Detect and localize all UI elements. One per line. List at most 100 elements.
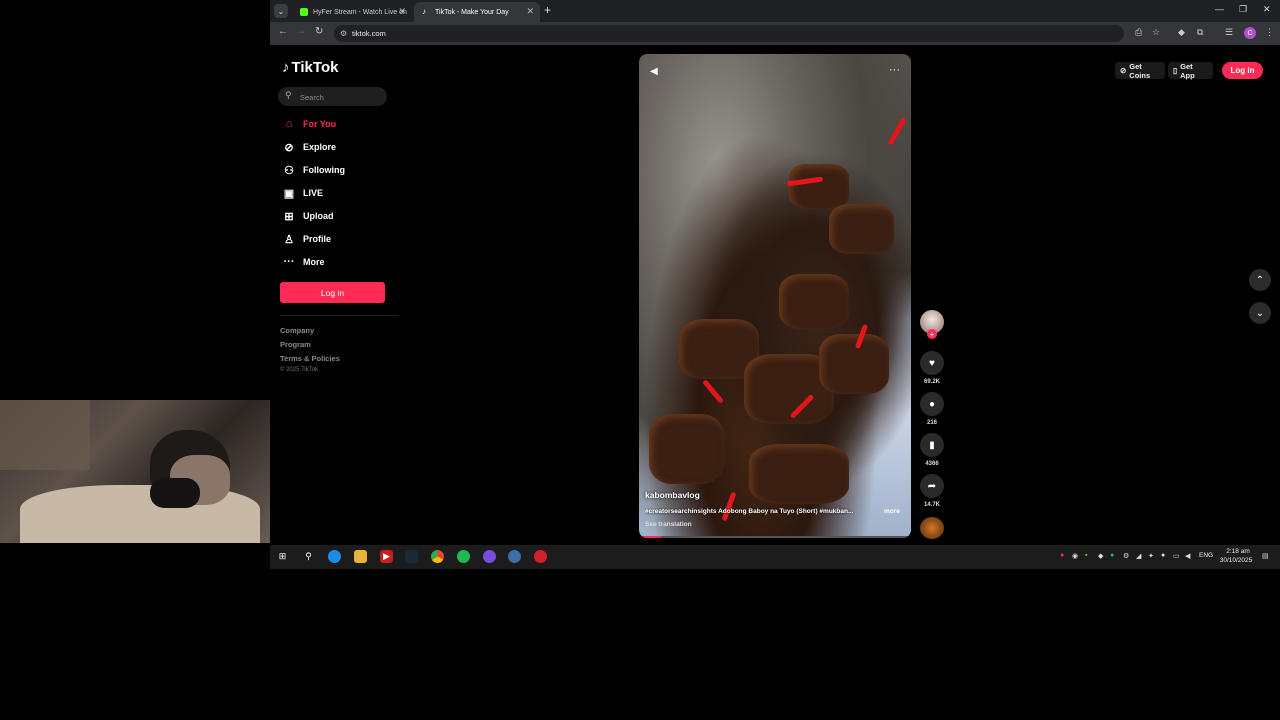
network-icon[interactable]: ▭ xyxy=(1173,552,1180,560)
extensions-puzzle-icon[interactable]: ⧉ xyxy=(1197,27,1203,38)
tray-record-icon[interactable]: ● xyxy=(1060,552,1064,559)
new-tab-button[interactable]: + xyxy=(544,3,551,17)
music-disc-icon[interactable] xyxy=(920,517,944,539)
tab-label: TikTok - Make Your Day xyxy=(435,8,509,16)
nav-profile[interactable]: ♙ Profile xyxy=(282,230,331,248)
install-app-icon[interactable]: ⎙ xyxy=(1135,27,1142,38)
search-icon: ⚲ xyxy=(285,90,292,100)
share-button[interactable]: ➦ xyxy=(920,474,944,498)
chrome-icon[interactable] xyxy=(431,550,444,563)
tab-strip: ⌄ HyFer Stream - Watch Live on ✕ ♪ TikTo… xyxy=(270,0,1280,22)
forward-icon[interactable]: → xyxy=(296,26,306,37)
search-input[interactable] xyxy=(298,90,382,104)
taskbar-search-icon[interactable]: ⚲ xyxy=(302,550,315,563)
save-button[interactable]: ▮ xyxy=(920,433,944,457)
extension-diamond-icon[interactable]: ◆ xyxy=(1178,27,1185,38)
input-language[interactable]: ENG xyxy=(1199,552,1213,559)
obs-icon[interactable] xyxy=(534,550,547,563)
notifications-icon[interactable]: ▤ xyxy=(1262,552,1269,560)
get-coins-label: Get Coins xyxy=(1129,61,1151,80)
caption-more-link[interactable]: more xyxy=(884,508,900,515)
video-progress-bar[interactable] xyxy=(639,536,911,538)
back-icon[interactable]: ← xyxy=(278,26,288,37)
get-coins-button[interactable]: ⊘ Get Coins xyxy=(1115,61,1165,80)
live-icon: ▣ xyxy=(283,187,295,200)
microphone-icon[interactable]: ● xyxy=(1161,552,1165,559)
profile-avatar[interactable]: C xyxy=(1244,27,1256,39)
nav-more[interactable]: ··· More xyxy=(282,253,325,271)
nav-following[interactable]: ⚇ Following xyxy=(282,161,345,179)
nav-label: LIVE xyxy=(303,188,324,198)
tab-search-button[interactable]: ⌄ xyxy=(274,4,288,18)
browser-menu-icon[interactable]: ⋮ xyxy=(1265,27,1274,38)
tab-hyfer[interactable]: HyFer Stream - Watch Live on ✕ xyxy=(292,2,412,22)
sidebar-login-button[interactable]: Log in xyxy=(280,282,385,303)
video-player[interactable]: ◀ ··· kabombavlog #creatorsearchinsights… xyxy=(639,54,911,538)
file-explorer-icon[interactable] xyxy=(354,550,367,563)
upload-icon: ⊞ xyxy=(284,210,294,223)
browser-toolbar: ← → ↻ ⚙ tiktok.com ⎙ ☆ ◆ ⧉ ☰ C ⋮ xyxy=(270,22,1280,45)
app-icon[interactable] xyxy=(508,550,521,563)
previous-video-button[interactable]: ⌃ xyxy=(1249,269,1271,291)
kick-favicon-icon xyxy=(300,8,308,16)
tray-app-icon[interactable]: ✦ xyxy=(1148,552,1154,560)
tray-spotify-icon[interactable]: ● xyxy=(1110,552,1114,559)
url-text[interactable]: tiktok.com xyxy=(352,29,386,38)
tray-app-icon[interactable]: ◉ xyxy=(1072,552,1078,560)
nav-explore[interactable]: ⊘ Explore xyxy=(282,138,336,156)
close-window-icon[interactable]: ✕ xyxy=(1263,4,1271,15)
discord-icon[interactable] xyxy=(483,550,496,563)
header-login-button[interactable]: Log in xyxy=(1222,62,1263,79)
video-options-icon[interactable]: ··· xyxy=(889,64,900,76)
video-author[interactable]: kabombavlog xyxy=(645,490,700,500)
nav-label: Profile xyxy=(303,234,332,244)
minimize-icon[interactable]: — xyxy=(1215,4,1224,14)
tray-app-icon[interactable]: ▪ xyxy=(1085,552,1087,559)
phone-icon: ▯ xyxy=(1173,66,1178,75)
microphone xyxy=(150,478,200,508)
nav-upload[interactable]: ⊞ Upload xyxy=(282,207,333,225)
media-player-icon[interactable]: ▶ xyxy=(380,550,393,563)
reload-icon[interactable]: ↻ xyxy=(315,26,323,37)
bookmark-star-icon[interactable]: ☆ xyxy=(1152,27,1160,38)
footer-company-link[interactable]: Company xyxy=(280,326,314,335)
steam-icon[interactable] xyxy=(405,550,418,563)
windows-start-icon[interactable]: ⊞ xyxy=(276,550,289,563)
site-info-icon[interactable]: ⚙ xyxy=(340,29,347,38)
tray-app-icon[interactable]: ⚙ xyxy=(1123,552,1129,560)
clock-time[interactable]: 2:18 am xyxy=(1220,548,1256,555)
volume-icon[interactable]: ◀ xyxy=(650,66,658,77)
nav-live[interactable]: ▣ LIVE xyxy=(282,184,323,202)
reading-list-icon[interactable]: ☰ xyxy=(1225,27,1233,38)
logo-text: TikTok xyxy=(291,59,339,76)
share-count: 14.7K xyxy=(923,502,940,508)
like-button[interactable]: ♥ xyxy=(920,351,944,375)
webcam-background xyxy=(0,400,90,470)
close-tab-icon[interactable]: ✕ xyxy=(398,6,406,17)
chili-slice xyxy=(702,379,724,404)
close-tab-icon[interactable]: ✕ xyxy=(526,6,534,17)
spotify-icon[interactable] xyxy=(457,550,470,563)
comment-button[interactable]: ● xyxy=(920,392,944,416)
tray-app-icon[interactable]: ◢ xyxy=(1136,552,1141,560)
search-box[interactable]: ⚲ xyxy=(278,87,387,106)
follow-plus-icon[interactable]: + xyxy=(927,329,937,339)
nav-label: Explore xyxy=(303,142,337,152)
footer-program-link[interactable]: Program xyxy=(280,340,311,349)
food-piece xyxy=(779,274,849,329)
bookmark-icon: ▮ xyxy=(929,439,935,451)
tab-tiktok[interactable]: ♪ TikTok - Make Your Day ✕ xyxy=(414,2,540,22)
nav-for-you[interactable]: ⌂ For You xyxy=(282,115,337,133)
edge-icon[interactable] xyxy=(328,550,341,563)
clock-date[interactable]: 30/10/2025 xyxy=(1216,557,1256,564)
restore-icon[interactable]: ❐ xyxy=(1239,4,1247,15)
volume-icon[interactable]: ◀ xyxy=(1185,552,1190,560)
get-app-button[interactable]: ▯ Get App xyxy=(1168,62,1213,80)
see-translation-link[interactable]: See translation xyxy=(645,521,692,528)
tray-app-icon[interactable]: ◆ xyxy=(1098,552,1103,560)
address-bar[interactable]: ⚙ tiktok.com xyxy=(334,25,1124,42)
tiktok-logo[interactable]: ♪ TikTok xyxy=(282,59,338,76)
next-video-button[interactable]: ⌄ xyxy=(1249,302,1271,324)
footer-terms-link[interactable]: Terms & Policies xyxy=(280,354,340,363)
share-icon: ➦ xyxy=(927,480,937,492)
